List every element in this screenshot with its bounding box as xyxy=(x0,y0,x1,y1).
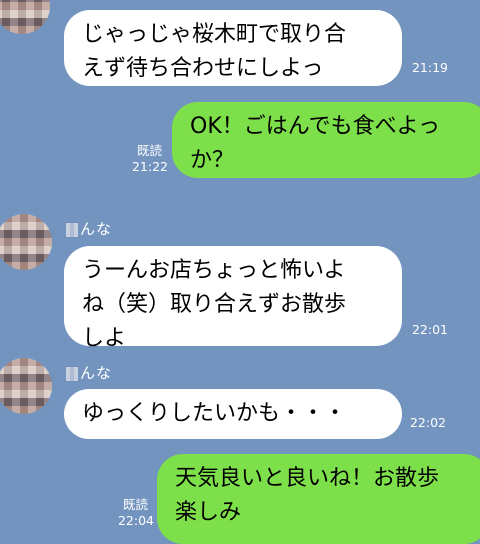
sender-avatar[interactable] xyxy=(0,358,52,414)
message-bubble-incoming[interactable]: じゃっじゃ桜木町で取り合 えず待ち合わせにしよっ xyxy=(64,10,402,86)
sender-avatar[interactable] xyxy=(0,0,50,34)
sender-avatar[interactable] xyxy=(0,214,52,270)
sender-name: んな xyxy=(66,218,112,239)
message-timestamp: 22:04 xyxy=(117,513,154,528)
chat-screen: { "chat": { "messages": [ { "id": "m1", … xyxy=(0,0,480,544)
blurred-name-part xyxy=(66,366,78,381)
sender-name: んな xyxy=(66,362,112,383)
message-bubble-incoming[interactable]: うーんお店ちょっと怖いよ ね（笑）取り合えずお散歩 しよ xyxy=(64,246,402,351)
message-timestamp: 22:01 xyxy=(411,322,448,337)
message-bubble-outgoing[interactable]: 天気良いと良いね！お散歩 楽しみ xyxy=(157,454,480,544)
blurred-name-part xyxy=(66,222,78,237)
message-timestamp: 21:22 xyxy=(131,159,168,174)
message-timestamp: 21:19 xyxy=(411,60,448,75)
read-receipt: 既読 xyxy=(136,143,162,158)
message-timestamp: 22:02 xyxy=(409,415,446,430)
message-bubble-incoming[interactable]: ゆっくりしたいかも・・・ xyxy=(64,389,402,439)
message-bubble-outgoing[interactable]: OK！ごはんでも食べよっ か？ xyxy=(172,102,480,178)
read-receipt: 既読 xyxy=(122,497,148,512)
